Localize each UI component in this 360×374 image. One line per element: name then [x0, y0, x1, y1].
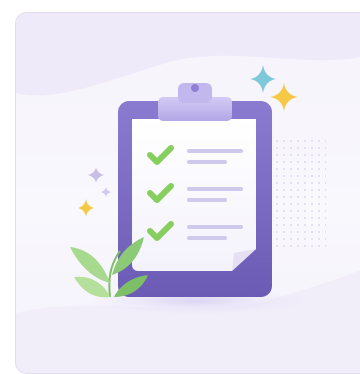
- dot-pattern: [266, 138, 326, 248]
- clip-hole: [191, 84, 199, 92]
- checklist-line: [187, 187, 243, 191]
- checklist-line: [187, 225, 243, 229]
- clipboard-illustration: [16, 13, 360, 373]
- sparkle-teal-icon: [250, 65, 276, 93]
- sparkle-yellow-icon: [270, 83, 298, 111]
- checklist-line: [187, 149, 243, 153]
- checklist-line: [187, 160, 227, 164]
- checklist-line: [187, 198, 227, 202]
- illustration-card: [15, 12, 360, 374]
- sparkle-yellow-small-icon: [78, 199, 94, 217]
- sparkle-purple-small-icon: [101, 187, 111, 197]
- sparkle-purple-icon: [88, 167, 104, 183]
- checklist-line: [187, 236, 227, 240]
